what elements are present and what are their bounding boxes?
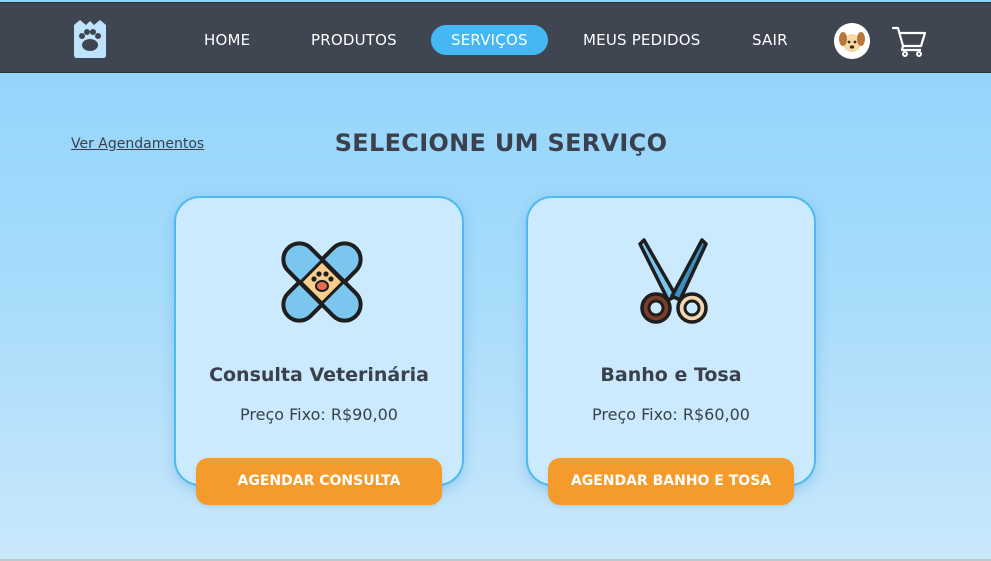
service-card-banho-tosa: Banho e Tosa Preço Fixo: R$60,00	[526, 196, 816, 486]
top-navbar: HOME PRODUTOS SERVIÇOS MEUS PEDIDOS SAIR	[0, 2, 991, 73]
dog-avatar-icon[interactable]	[834, 23, 870, 59]
cart-icon[interactable]	[892, 25, 926, 57]
nav-meus-pedidos[interactable]: MEUS PEDIDOS	[583, 25, 700, 55]
agendar-banho-tosa-button[interactable]: AGENDAR BANHO E TOSA	[548, 458, 794, 505]
card-price: Preço Fixo: R$90,00	[240, 405, 398, 424]
nav-sair[interactable]: SAIR	[752, 25, 788, 55]
scissors-icon	[638, 238, 708, 324]
paw-logo-icon[interactable]	[72, 19, 108, 59]
nav-produtos[interactable]: PRODUTOS	[311, 25, 397, 55]
card-price: Preço Fixo: R$60,00	[592, 405, 750, 424]
card-title: Consulta Veterinária	[209, 364, 429, 386]
service-card-consulta: Consulta Veterinária Preço Fixo: R$90,00	[174, 196, 464, 486]
card-title: Banho e Tosa	[600, 364, 742, 386]
nav-servicos[interactable]: SERVIÇOS	[431, 25, 548, 55]
page-title: SELECIONE UM SERVIÇO	[334, 129, 668, 157]
nav-home[interactable]: HOME	[204, 25, 250, 55]
bandage-paw-icon	[281, 241, 363, 323]
agendar-consulta-button[interactable]: AGENDAR CONSULTA	[196, 458, 442, 505]
